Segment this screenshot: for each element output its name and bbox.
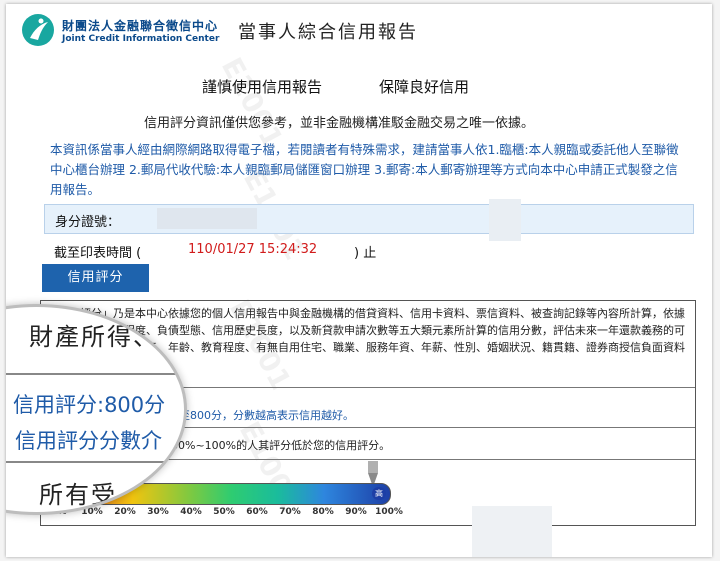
jcic-logo-icon xyxy=(22,14,54,46)
gauge-tick-label: 20% xyxy=(114,507,136,517)
score-range-text: 至800分，分數越高表示信用越好。 xyxy=(179,409,354,422)
magnified-divider xyxy=(6,461,184,463)
gauge-tick-label: 60% xyxy=(246,507,268,517)
report-title: 當事人綜合信用報告 xyxy=(238,22,418,43)
disclaimer-notice: 信用評分資訊僅供您參考，並非金融機構准駁金融交易之唯一依據。 xyxy=(144,116,535,131)
print-time-label: 截至印表時間 ( xyxy=(54,246,142,261)
identity-row: 身分證號： xyxy=(44,199,694,241)
redacted-block xyxy=(489,199,521,241)
print-time-value: 110/01/27 15:24:32 xyxy=(188,242,318,257)
redacted-block xyxy=(472,506,552,557)
watermark: E1001 xyxy=(214,52,290,154)
logo-chinese-name: 財團法人金融聯合徵信中心 xyxy=(62,19,219,33)
gauge-tick-label: 100% xyxy=(375,507,403,517)
percentile-text: 80%~100%的人其評分低於您的信用評分。 xyxy=(171,439,391,452)
slogan-left: 謹慎使用信用報告 xyxy=(202,78,323,96)
gauge-ticks: 0%10%20%30%40%50%60%70%80%90%100% xyxy=(41,507,695,521)
gauge-high-label: 高 xyxy=(372,487,386,500)
gauge-tick-label: 90% xyxy=(345,507,367,517)
redacted-id xyxy=(157,208,257,229)
gauge-tick-label: 80% xyxy=(312,507,334,517)
gauge-tick-label: 30% xyxy=(147,507,169,517)
jcic-logo: 財團法人金融聯合徵信中心 Joint Credit Information Ce… xyxy=(20,12,220,52)
magnified-score-range: 信用評分分數介 xyxy=(15,429,162,453)
report-page: E1001 E1001 E1001 E1001 財團法人金融聯合徵信中心 Joi… xyxy=(6,4,712,557)
identity-label: 身分證號： xyxy=(55,215,121,230)
slogan-right: 保障良好信用 xyxy=(379,78,470,96)
magnified-score: 信用評分:800分 xyxy=(13,393,166,417)
magnified-divider xyxy=(6,373,184,375)
logo-english-name: Joint Credit Information Center xyxy=(62,34,220,44)
magnified-footer: 所有受 xyxy=(39,481,117,509)
print-time-suffix: ) 止 xyxy=(354,246,377,261)
info-paragraph: 本資訊係當事人經由網際網路取得電子檔，若閱讀者有特殊需求，建請當事人依1.臨櫃:… xyxy=(50,142,679,197)
magnified-heading: 財產所得、 xyxy=(29,323,159,351)
gauge-tick-label: 70% xyxy=(279,507,301,517)
gauge-tick-label: 40% xyxy=(180,507,202,517)
gauge-tick-label: 50% xyxy=(213,507,235,517)
credit-score-tab[interactable]: 信用評分 xyxy=(42,264,149,292)
